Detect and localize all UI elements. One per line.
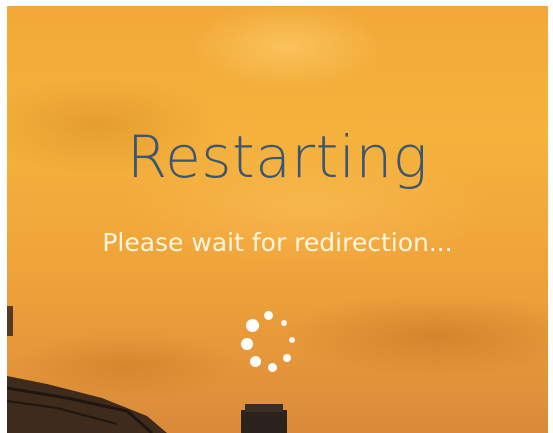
spinner-dot (281, 320, 287, 326)
spinner-dot (241, 338, 253, 350)
page-title: Restarting (126, 123, 429, 191)
spinner-dot (250, 356, 261, 367)
spinner-dot (289, 337, 295, 343)
loading-spinner-icon (233, 308, 303, 378)
restart-screen: Restarting Please wait for redirection..… (7, 6, 548, 433)
spinner-dot (246, 319, 259, 332)
spinner-dot (283, 354, 291, 362)
status-message: Please wait for redirection... (102, 228, 453, 257)
spinner-dot (268, 363, 277, 372)
spinner-dot (264, 311, 273, 320)
